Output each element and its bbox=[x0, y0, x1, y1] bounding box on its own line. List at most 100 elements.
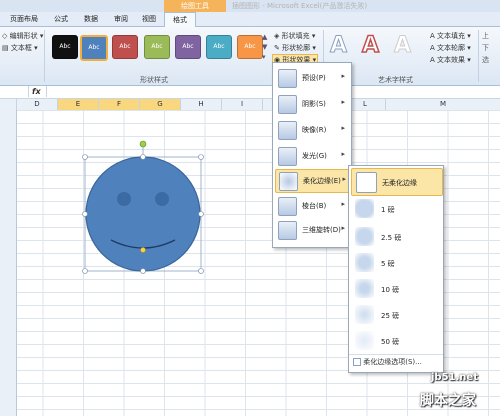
chevron-right-icon: ▸ bbox=[341, 200, 345, 208]
glow-icon bbox=[278, 147, 297, 166]
selection-pane-button[interactable]: 选 bbox=[482, 55, 489, 65]
bring-forward-button[interactable]: 上 bbox=[482, 31, 489, 41]
chevron-right-icon: ▸ bbox=[341, 150, 345, 158]
separator bbox=[478, 30, 479, 82]
text-outline-icon: A bbox=[430, 44, 435, 52]
bevel-icon bbox=[278, 197, 297, 216]
soft-edge-preview-icon bbox=[355, 279, 374, 298]
chevron-right-icon: ▸ bbox=[342, 175, 346, 183]
3d-rotation-icon bbox=[278, 221, 297, 240]
reflection-icon bbox=[278, 121, 297, 140]
gallery-more-icon[interactable]: ▾ bbox=[262, 53, 266, 61]
ribbon: ◇ 编辑形状 ▾ ▤ 文本框 ▾ Abc Abc Abc Abc Abc Abc… bbox=[0, 27, 500, 86]
text-effects-button[interactable]: A 文本效果 ▾ bbox=[430, 55, 471, 65]
tab-format[interactable]: 格式 bbox=[164, 12, 196, 27]
title-bar: 绘图工具 插图图形 - Microsoft Excel(产品激活失败) bbox=[0, 0, 500, 12]
text-effects-icon: A bbox=[430, 56, 435, 64]
soft-edge-option-1pt[interactable]: 1 磅 bbox=[351, 196, 441, 222]
shape-style-preset[interactable]: Abc bbox=[112, 35, 138, 59]
shape-effects-menu: 预设(P) ▸ 阴影(S) ▸ 映像(R) ▸ 发光(G) ▸ 柔化边缘(E) … bbox=[272, 62, 352, 248]
shape-style-preset[interactable]: Abc bbox=[237, 35, 263, 59]
wordart-style-preset[interactable]: A bbox=[361, 32, 380, 59]
chevron-right-icon: ▸ bbox=[341, 124, 345, 132]
column-header[interactable]: E bbox=[58, 99, 99, 110]
column-header[interactable]: M bbox=[386, 99, 500, 110]
send-backward-button[interactable]: 下 bbox=[482, 43, 489, 53]
formula-bar: fx bbox=[0, 86, 500, 99]
rotation-handle[interactable] bbox=[139, 140, 147, 148]
chevron-right-icon: ▸ bbox=[341, 98, 345, 106]
shape-style-preset[interactable]: Abc bbox=[175, 35, 201, 59]
soft-edge-option-25pt[interactable]: 25 磅 bbox=[351, 302, 441, 328]
soft-edge-preview-icon bbox=[355, 227, 374, 246]
shape-outline-button[interactable]: ✎ 形状轮廓 ▾ bbox=[274, 43, 316, 53]
column-header[interactable]: F bbox=[99, 99, 140, 110]
text-outline-button[interactable]: A 文本轮廓 ▾ bbox=[430, 43, 471, 53]
text-fill-button[interactable]: A 文本填充 ▾ bbox=[430, 31, 471, 41]
tab-data[interactable]: 数据 bbox=[78, 12, 104, 26]
separator bbox=[44, 30, 45, 82]
ribbon-tabs: 页面布局 公式 数据 审阅 视图 格式 bbox=[0, 12, 500, 27]
adjust-handle[interactable] bbox=[140, 247, 146, 253]
tab-view[interactable]: 视图 bbox=[136, 12, 162, 26]
smiley-right-eye bbox=[155, 192, 169, 206]
watermark-site-name: 脚本之家 bbox=[420, 393, 476, 409]
menu-item-preset[interactable]: 预设(P) ▸ bbox=[275, 67, 349, 89]
chevron-right-icon: ▸ bbox=[341, 224, 345, 232]
chevron-right-icon: ▸ bbox=[341, 72, 345, 80]
text-box-icon: ▤ bbox=[2, 44, 9, 52]
soft-edge-option-5pt[interactable]: 5 磅 bbox=[351, 250, 441, 276]
wordart-style-preset[interactable]: A bbox=[329, 33, 347, 59]
watermark-url: jb51.net bbox=[431, 372, 478, 383]
soft-edge-preview-icon bbox=[355, 305, 374, 324]
smiley-shape[interactable] bbox=[76, 138, 212, 278]
pencil-icon: ✎ bbox=[274, 44, 280, 52]
gallery-scroll-down-icon[interactable]: ▼ bbox=[262, 43, 267, 51]
soft-edges-options-item[interactable]: 柔化边缘选项(S)... bbox=[353, 357, 441, 369]
shape-style-preset[interactable]: Abc bbox=[144, 35, 170, 59]
edit-shape-icon: ◇ bbox=[2, 32, 8, 40]
name-box[interactable] bbox=[0, 86, 29, 97]
text-fill-icon: A bbox=[430, 32, 435, 40]
paint-bucket-icon: ◈ bbox=[274, 32, 280, 40]
function-icon[interactable]: fx bbox=[32, 86, 41, 97]
soft-edge-option-none[interactable]: 无柔化边缘 bbox=[351, 168, 443, 196]
soft-edge-option-10pt[interactable]: 10 磅 bbox=[351, 276, 441, 302]
group-label-wordart: 艺术字样式 bbox=[378, 76, 413, 84]
smiley-left-eye bbox=[117, 192, 131, 206]
menu-item-shadow[interactable]: 阴影(S) ▸ bbox=[275, 93, 349, 115]
menu-item-bevel[interactable]: 棱台(B) ▸ bbox=[275, 195, 349, 217]
tab-review[interactable]: 审阅 bbox=[108, 12, 134, 26]
column-header[interactable]: H bbox=[181, 99, 222, 110]
smiley-face[interactable] bbox=[85, 156, 201, 272]
window-title: 插图图形 - Microsoft Excel(产品激活失败) bbox=[232, 2, 368, 10]
menu-item-glow[interactable]: 发光(G) ▸ bbox=[275, 145, 349, 167]
tab-formulas[interactable]: 公式 bbox=[48, 12, 74, 26]
edit-shape-button[interactable]: ◇ 编辑形状 ▾ bbox=[2, 31, 43, 41]
menu-item-3d-rotation[interactable]: 三维旋转(D) ▸ bbox=[275, 219, 349, 241]
column-header[interactable]: D bbox=[17, 99, 58, 110]
text-box-button[interactable]: ▤ 文本框 ▾ bbox=[2, 43, 38, 53]
gallery-scroll-up-icon[interactable]: ▲ bbox=[262, 33, 267, 41]
soft-edge-option-50pt[interactable]: 50 磅 bbox=[351, 328, 441, 354]
select-all-corner[interactable] bbox=[0, 99, 17, 110]
shape-fill-button[interactable]: ◈ 形状填充 ▾ bbox=[274, 31, 315, 41]
column-header[interactable]: G bbox=[140, 99, 181, 110]
soft-edge-preview-icon bbox=[355, 199, 374, 218]
no-soft-edge-icon bbox=[356, 172, 377, 193]
menu-item-reflection[interactable]: 映像(R) ▸ bbox=[275, 119, 349, 141]
wordart-style-preset[interactable]: A bbox=[393, 33, 411, 59]
soft-edge-preview-icon bbox=[355, 253, 374, 272]
tab-page-layout[interactable]: 页面布局 bbox=[4, 12, 44, 26]
menu-item-soft-edges[interactable]: 柔化边缘(E) ▸ bbox=[275, 169, 351, 193]
shape-style-preset-selected[interactable]: Abc bbox=[80, 35, 108, 61]
context-tab-drawing-tools: 绘图工具 bbox=[164, 0, 226, 12]
group-label-shape-styles: 形状样式 bbox=[140, 76, 168, 84]
row-header-column bbox=[0, 110, 17, 416]
shape-style-preset[interactable]: Abc bbox=[206, 35, 232, 59]
shape-style-preset[interactable]: Abc bbox=[52, 35, 78, 59]
soft-edges-icon bbox=[279, 172, 298, 191]
soft-edges-submenu: 无柔化边缘 1 磅 2.5 磅 5 磅 10 磅 25 磅 50 磅 柔化边缘选… bbox=[348, 165, 444, 373]
column-header[interactable]: I bbox=[222, 99, 263, 110]
soft-edge-option-2-5pt[interactable]: 2.5 磅 bbox=[351, 224, 441, 250]
